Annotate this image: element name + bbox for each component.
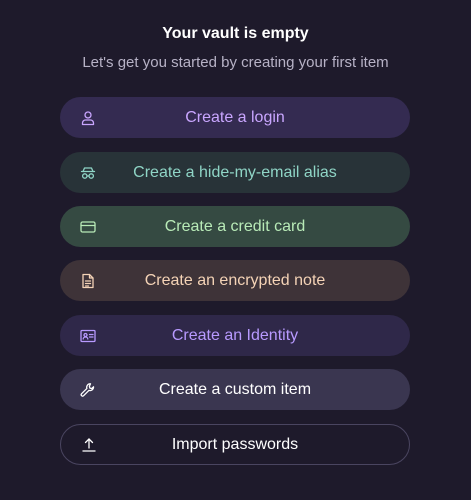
create-identity-label: Create an Identity (171, 326, 299, 344)
empty-state-subtitle: Let's get you started by creating your f… (82, 54, 389, 71)
credit-card-icon (80, 219, 96, 235)
empty-state-title: Your vault is empty (162, 25, 309, 42)
upload-icon (81, 437, 97, 453)
note-icon (80, 273, 96, 289)
create-note-label: Create an encrypted note (144, 271, 326, 289)
alias-mask-icon (80, 165, 96, 181)
import-passwords-button[interactable]: Import passwords (60, 424, 410, 465)
import-passwords-label: Import passwords (171, 435, 299, 453)
create-credit-card-label: Create a credit card (164, 217, 306, 235)
create-login-button[interactable]: Create a login (60, 97, 410, 138)
create-custom-item-label: Create a custom item (158, 380, 312, 398)
create-login-label: Create a login (185, 108, 285, 126)
create-credit-card-button[interactable]: Create a credit card (60, 206, 410, 247)
empty-vault-panel: Your vault is empty Let's get you starte… (0, 0, 471, 500)
create-note-button[interactable]: Create an encrypted note (60, 260, 410, 301)
create-alias-label: Create a hide-my-email alias (133, 163, 337, 181)
wrench-icon (80, 382, 96, 398)
create-identity-button[interactable]: Create an Identity (60, 315, 410, 356)
id-card-icon (80, 328, 96, 344)
create-alias-button[interactable]: Create a hide-my-email alias (60, 152, 410, 193)
user-icon (80, 110, 96, 126)
create-custom-item-button[interactable]: Create a custom item (60, 369, 410, 410)
